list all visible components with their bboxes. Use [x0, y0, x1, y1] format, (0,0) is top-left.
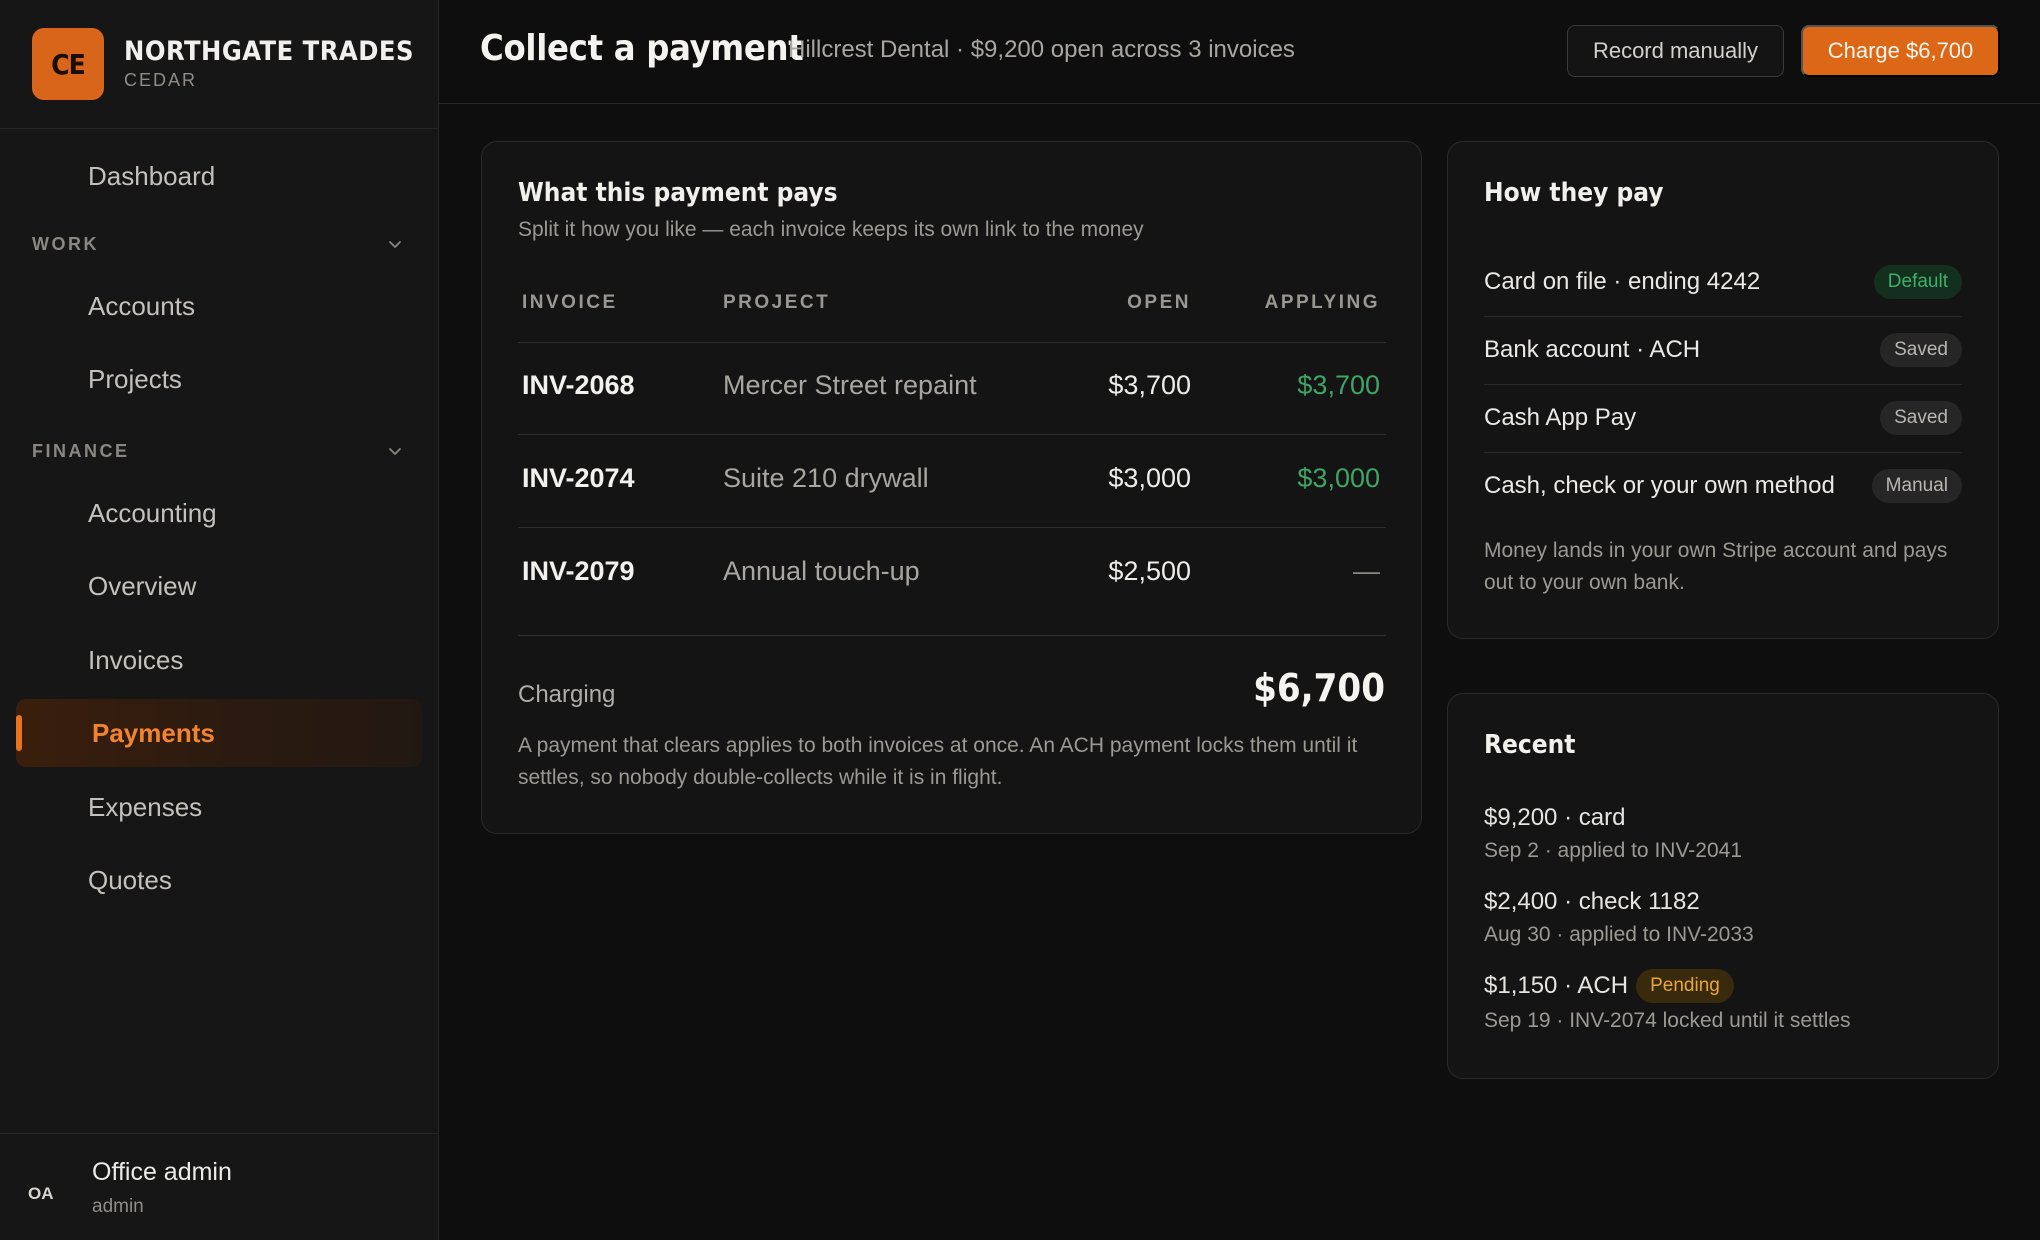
sidebar-item-label: Invoices [88, 644, 184, 675]
recent-amount: $2,400 · check 1182 [1484, 888, 1700, 916]
brand-name: NORTHGATE TRADES [124, 36, 414, 67]
charging-label: Charging [518, 681, 616, 708]
payment-method-cash-app[interactable]: Cash App Pay Saved [1484, 384, 1962, 452]
divider [518, 342, 1386, 343]
method-label: Cash App Pay [1484, 404, 1637, 431]
card-title: How they pay [1484, 178, 1664, 208]
sidebar-item-payments[interactable]: Payments [16, 699, 422, 767]
column-header-open: OPEN [1127, 292, 1191, 313]
column-header-invoice: INVOICE [522, 292, 618, 313]
project-name: Mercer Street repaint [723, 370, 977, 400]
method-label: Cash, check or your own method [1484, 472, 1835, 499]
applying-amount[interactable]: $3,000 [1297, 463, 1380, 494]
invoice-id[interactable]: INV-2074 [522, 463, 635, 494]
payment-allocation-card: What this payment pays Split it how you … [481, 141, 1422, 834]
brand-logo: CE [32, 28, 104, 100]
payment-method-ach[interactable]: Bank account · ACH Saved [1484, 316, 1962, 384]
sidebar-item-accounting[interactable]: Accounting [16, 479, 422, 547]
sidebar-item-quotes[interactable]: Quotes [16, 846, 422, 914]
nav-section-label: WORK [32, 233, 99, 254]
status-badge: Manual [1871, 469, 1962, 503]
open-amount: $2,500 [1108, 556, 1191, 586]
user-name: Office admin [92, 1158, 232, 1186]
sidebar-item-label: Expenses [88, 791, 203, 822]
recent-amount: $9,200 · card [1484, 804, 1625, 832]
payout-note: Money lands in your own Stripe account a… [1484, 539, 1948, 594]
payment-method-manual[interactable]: Cash, check or your own method Manual [1484, 452, 1962, 520]
applying-amount[interactable]: $3,700 [1297, 370, 1380, 401]
sidebar-item-overview[interactable]: Overview [16, 552, 422, 620]
divider [518, 635, 1386, 636]
recent-main-text: $2,400 · check 1182 [1484, 888, 1700, 915]
recent-main-text: $9,200 · card [1484, 804, 1626, 831]
divider [518, 434, 1386, 435]
charging-note: A payment that clears applies to both in… [518, 734, 1358, 789]
page-subtitle: Hillcrest Dental · $9,200 open across 3 … [788, 36, 1295, 63]
brand[interactable]: CE NORTHGATE TRADES CEDAR [0, 0, 438, 129]
page-header: Collect a payment Hillcrest Dental · $9,… [439, 0, 2040, 104]
sidebar-item-dashboard[interactable]: Dashboard [16, 142, 422, 210]
sidebar-item-accounts[interactable]: Accounts [16, 272, 422, 340]
recent-main-text: $1,150 · ACH [1484, 972, 1629, 999]
sidebar-item-label: Payments [92, 717, 215, 748]
sidebar-item-label: Projects [88, 363, 182, 394]
brand-subtitle: CEDAR [124, 70, 198, 90]
recent-amount: $1,150 · ACH Pending [1484, 969, 1734, 1003]
card-title: Recent [1484, 730, 1576, 760]
method-label: Bank account · ACH [1484, 336, 1701, 363]
applying-amount[interactable]: — [1353, 556, 1380, 587]
sidebar-item-invoices[interactable]: Invoices [16, 626, 422, 694]
nav-section-work[interactable]: WORK [32, 229, 404, 259]
invoice-id[interactable]: INV-2079 [522, 556, 635, 587]
card-title: What this payment pays [518, 178, 838, 208]
chevron-down-icon [389, 241, 401, 248]
open-amount: $3,700 [1108, 370, 1191, 400]
chevron-down-icon [389, 448, 401, 455]
sidebar-item-label: Accounting [88, 497, 217, 528]
user-role: admin [92, 1196, 144, 1217]
recent-detail: Aug 30 · applied to INV-2033 [1484, 923, 1754, 946]
recent-payments-card: Recent $9,200 · card Sep 2 · applied to … [1447, 693, 1999, 1079]
sidebar-item-label: Dashboard [88, 160, 216, 191]
sidebar-item-label: Quotes [88, 864, 172, 895]
charge-button[interactable]: Charge $6,700 [1801, 25, 2000, 77]
recent-detail: Sep 2 · applied to INV-2041 [1484, 839, 1743, 862]
sidebar: CE NORTHGATE TRADES CEDAR Dashboard WORK… [0, 0, 439, 1240]
project-name: Annual touch-up [723, 556, 920, 586]
status-badge: Pending [1636, 969, 1734, 1003]
status-badge: Saved [1880, 333, 1962, 367]
project-name: Suite 210 drywall [723, 463, 929, 493]
record-manually-button[interactable]: Record manually [1567, 25, 1784, 77]
column-header-project: PROJECT [723, 292, 831, 313]
open-amount: $3,000 [1108, 463, 1191, 493]
method-label: Card on file · ending 4242 [1484, 268, 1761, 295]
page-title: Collect a payment [480, 28, 804, 69]
nav-section-label: FINANCE [32, 440, 130, 461]
sidebar-item-projects[interactable]: Projects [16, 345, 422, 413]
divider [518, 527, 1386, 528]
card-subtitle: Split it how you like — each invoice kee… [518, 218, 1144, 241]
status-badge: Saved [1880, 401, 1962, 435]
status-badge: Default [1873, 265, 1962, 299]
charging-amount: $6,700 [1253, 666, 1385, 710]
recent-detail: Sep 19 · INV-2074 locked until it settle… [1484, 1009, 1851, 1032]
active-indicator [16, 715, 22, 751]
invoice-id[interactable]: INV-2068 [522, 370, 635, 401]
avatar: OA [28, 1184, 54, 1203]
sidebar-item-expenses[interactable]: Expenses [16, 773, 422, 841]
payment-methods-card: How they pay Card on file · ending 4242 … [1447, 141, 1999, 639]
user-menu[interactable]: OA Office admin admin [0, 1133, 438, 1240]
nav-section-finance[interactable]: FINANCE [32, 436, 404, 466]
sidebar-item-label: Accounts [88, 290, 195, 321]
app-root: CE NORTHGATE TRADES CEDAR Dashboard WORK… [0, 0, 2040, 1240]
payment-method-card[interactable]: Card on file · ending 4242 Default [1484, 248, 1962, 316]
sidebar-item-label: Overview [88, 570, 197, 601]
column-header-applying: APPLYING [1264, 292, 1380, 313]
